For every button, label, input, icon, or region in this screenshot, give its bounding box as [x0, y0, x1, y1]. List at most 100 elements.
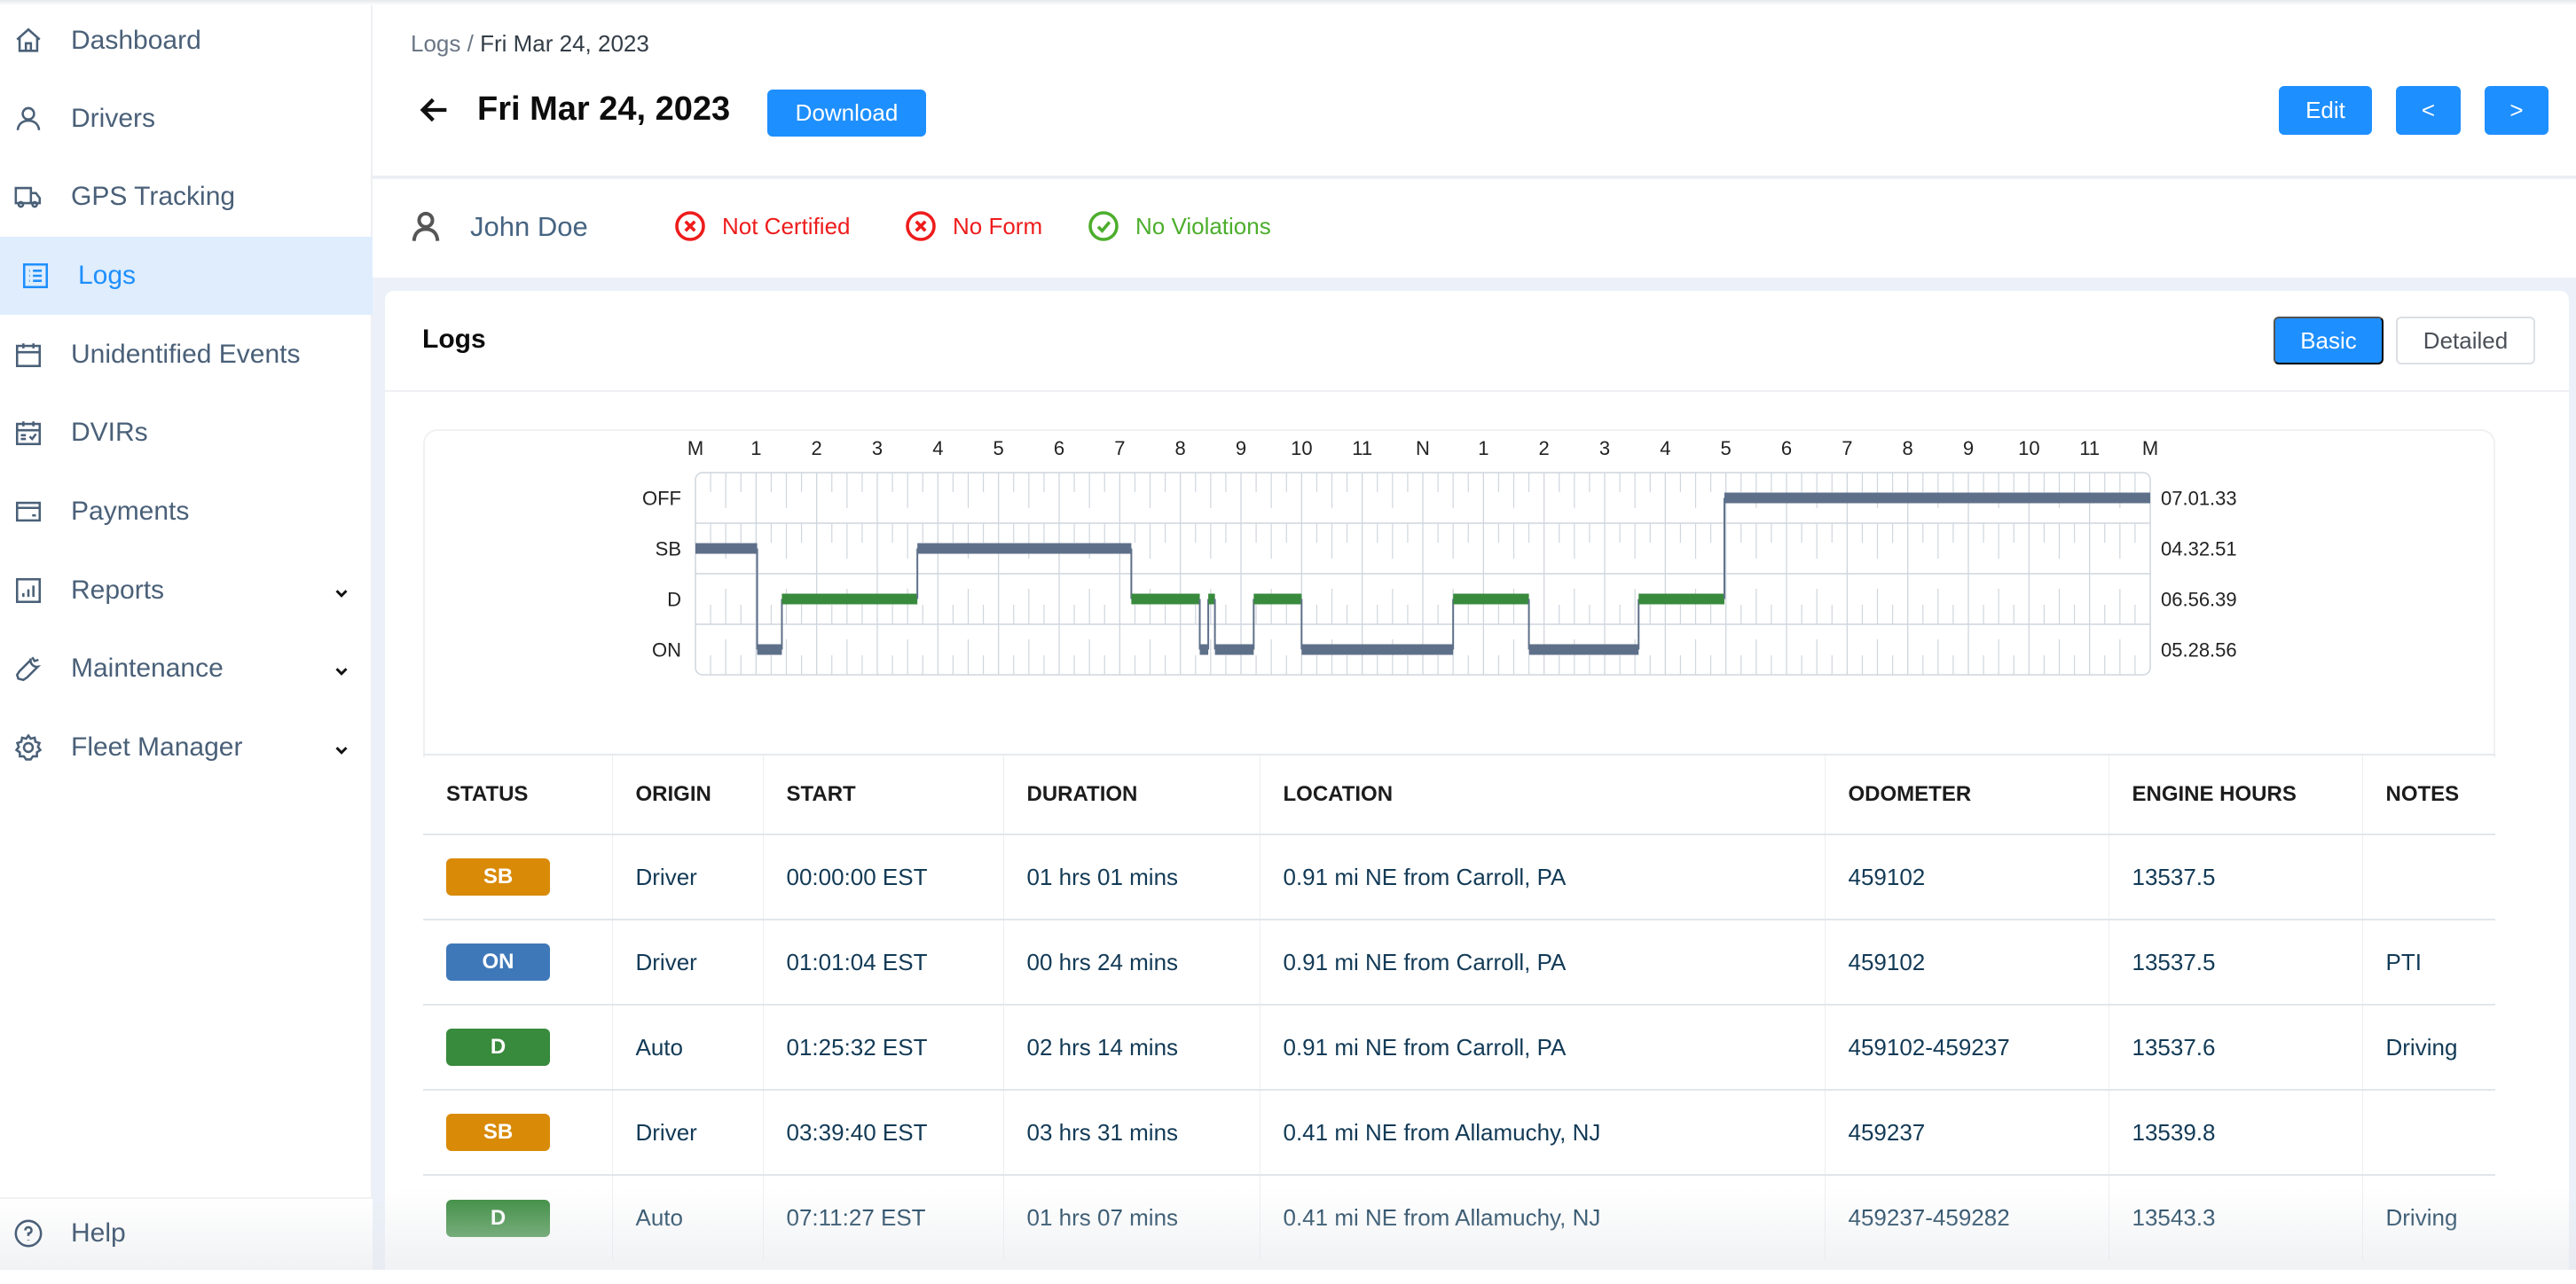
- hour-label: 5: [1721, 437, 1732, 459]
- duty-segment-sb: [695, 543, 758, 554]
- sidebar-item-reports[interactable]: Reports: [0, 552, 373, 630]
- cell-status: D: [423, 1174, 613, 1260]
- cell-odometer: 459237: [1825, 1089, 2109, 1175]
- cell-location: 0.91 mi NE from Carroll, PA: [1260, 919, 1826, 1005]
- row-label-d: D: [667, 589, 681, 611]
- user-icon: [408, 208, 444, 244]
- column-header-duration[interactable]: DURATION: [1003, 754, 1261, 834]
- divider: [385, 390, 2569, 392]
- table-row[interactable]: SB Driver 03:39:40 EST 03 hrs 31 mins 0.41 m…: [423, 1089, 2495, 1175]
- sidebar: Dashboard Drivers GPS Tracking Logs Unid…: [0, 0, 373, 1270]
- cell-duration: 03 hrs 31 mins: [1003, 1089, 1261, 1175]
- sidebar-item-label: Maintenance: [71, 654, 224, 683]
- wrench-icon: [12, 653, 44, 685]
- chevron-down-icon[interactable]: [332, 580, 351, 599]
- sidebar-item-help[interactable]: Help: [0, 1197, 373, 1270]
- status-pill: SB: [446, 858, 550, 896]
- cell-engine-hours: 13543.3: [2109, 1174, 2363, 1260]
- sidebar-item-drivers[interactable]: Drivers: [0, 80, 373, 158]
- chevron-down-icon[interactable]: [332, 737, 351, 756]
- column-header-location[interactable]: LOCATION: [1260, 754, 1826, 834]
- x-circle-icon: [906, 211, 936, 241]
- hour-label: 11: [1352, 437, 1372, 459]
- top-shadow: [0, 0, 2576, 5]
- sidebar-item-gps-tracking[interactable]: GPS Tracking: [0, 158, 373, 236]
- sidebar-item-label: DVIRs: [71, 418, 148, 447]
- table-header-row: STATUS ORIGIN START DURATION LOCATION ODOMETE…: [423, 754, 2495, 834]
- status-not-certified: Not Certified: [674, 210, 851, 242]
- duty-segment-on: [1199, 644, 1209, 655]
- sidebar-item-maintenance[interactable]: Maintenance: [0, 630, 373, 708]
- cell-location: 0.41 mi NE from Allamuchy, NJ: [1260, 1089, 1826, 1175]
- duty-segment-d: [781, 593, 918, 605]
- column-header-notes[interactable]: NOTES: [2362, 754, 2495, 834]
- hour-label: 1: [750, 437, 761, 459]
- breadcrumb: Logs / Fri Mar 24, 2023: [411, 30, 649, 58]
- list-icon: [20, 260, 51, 292]
- row-total-sb: 04.32.51: [2161, 538, 2237, 560]
- cell-odometer: 459102: [1825, 919, 2109, 1005]
- table-row[interactable]: D Auto 01:25:32 EST 02 hrs 14 mins 0.91 mi N…: [423, 1004, 2495, 1090]
- calendar-icon: [12, 339, 44, 371]
- column-header-start[interactable]: START: [763, 754, 1004, 834]
- arrow-left-icon: [417, 98, 452, 131]
- column-header-engine-hours[interactable]: ENGINE HOURS: [2109, 754, 2363, 834]
- cell-duration: 00 hrs 24 mins: [1003, 919, 1261, 1005]
- sidebar-item-label: Logs: [78, 261, 137, 290]
- sidebar-item-payments[interactable]: Payments: [0, 473, 373, 551]
- duty-segment-sb: [917, 543, 1132, 554]
- calendar-check-icon: [12, 417, 44, 449]
- back-button[interactable]: [417, 92, 452, 128]
- cell-notes: [2362, 834, 2495, 920]
- previous-day-button[interactable]: <: [2396, 86, 2461, 135]
- table-row[interactable]: ON Driver 01:01:04 EST 00 hrs 24 mins 0.91 m…: [423, 919, 2495, 1005]
- row-total-on: 05.28.56: [2161, 639, 2237, 662]
- sidebar-item-dashboard[interactable]: Dashboard: [0, 2, 373, 80]
- sidebar-item-fleet-manager[interactable]: Fleet Manager: [0, 709, 373, 787]
- status-no-violations: No Violations: [1088, 210, 1271, 242]
- hour-label: 2: [1539, 437, 1550, 459]
- cell-notes: Driving: [2362, 1004, 2495, 1090]
- view-detailed-button[interactable]: Detailed: [2396, 317, 2535, 364]
- breadcrumb-root[interactable]: Logs: [411, 30, 460, 57]
- home-icon: [12, 25, 44, 57]
- status-label: No Violations: [1135, 212, 1271, 239]
- table-row[interactable]: D Auto 07:11:27 EST 01 hrs 07 mins 0.41 mi N…: [423, 1174, 2495, 1260]
- duty-segment-on: [1301, 644, 1454, 655]
- cell-location: 0.41 mi NE from Allamuchy, NJ: [1260, 1174, 1826, 1260]
- table-body: SB Driver 00:00:00 EST 01 hrs 01 mins 0.91 m…: [423, 834, 2495, 1260]
- hour-label: 2: [812, 437, 822, 459]
- x-circle-icon: [675, 211, 705, 241]
- view-basic-button[interactable]: Basic: [2274, 317, 2384, 364]
- cell-status: ON: [423, 919, 613, 1005]
- next-day-button[interactable]: >: [2485, 86, 2549, 135]
- duty-segment-d: [1638, 593, 1724, 605]
- sidebar-item-unidentified-events[interactable]: Unidentified Events: [0, 316, 373, 394]
- cell-origin: Driver: [612, 919, 764, 1005]
- status-pill: D: [446, 1029, 550, 1066]
- main-content: Logs / Fri Mar 24, 2023 Fri Mar 24, 2023…: [373, 0, 2576, 1284]
- column-header-odometer[interactable]: ODOMETER: [1825, 754, 2109, 834]
- cell-origin: Driver: [612, 834, 764, 920]
- edit-button[interactable]: Edit: [2279, 86, 2372, 135]
- row-total-d: 06.56.39: [2161, 589, 2237, 611]
- chevron-down-icon[interactable]: [332, 658, 351, 677]
- hour-label: 11: [2079, 437, 2100, 459]
- cell-start: 03:39:40 EST: [763, 1089, 1004, 1175]
- hour-label: 8: [1175, 437, 1186, 459]
- check-circle-icon: [1088, 211, 1119, 241]
- column-header-status[interactable]: STATUS: [423, 754, 613, 834]
- cell-engine-hours: 13539.8: [2109, 1089, 2363, 1175]
- hour-label: M: [2142, 437, 2158, 459]
- column-header-origin[interactable]: ORIGIN: [612, 754, 764, 834]
- sidebar-item-dvirs[interactable]: DVIRs: [0, 394, 373, 472]
- sidebar-item-label: Fleet Manager: [71, 732, 243, 762]
- card-title: Logs: [422, 325, 486, 354]
- row-total-off: 07.01.33: [2161, 488, 2237, 510]
- driver-name[interactable]: John Doe: [470, 211, 588, 243]
- table-row[interactable]: SB Driver 00:00:00 EST 01 hrs 01 mins 0.91 m…: [423, 834, 2495, 920]
- cell-odometer: 459102-459237: [1825, 1004, 2109, 1090]
- download-button[interactable]: Download: [767, 90, 926, 137]
- sidebar-item-logs[interactable]: Logs: [0, 237, 373, 315]
- sidebar-item-label: Help: [71, 1218, 126, 1248]
